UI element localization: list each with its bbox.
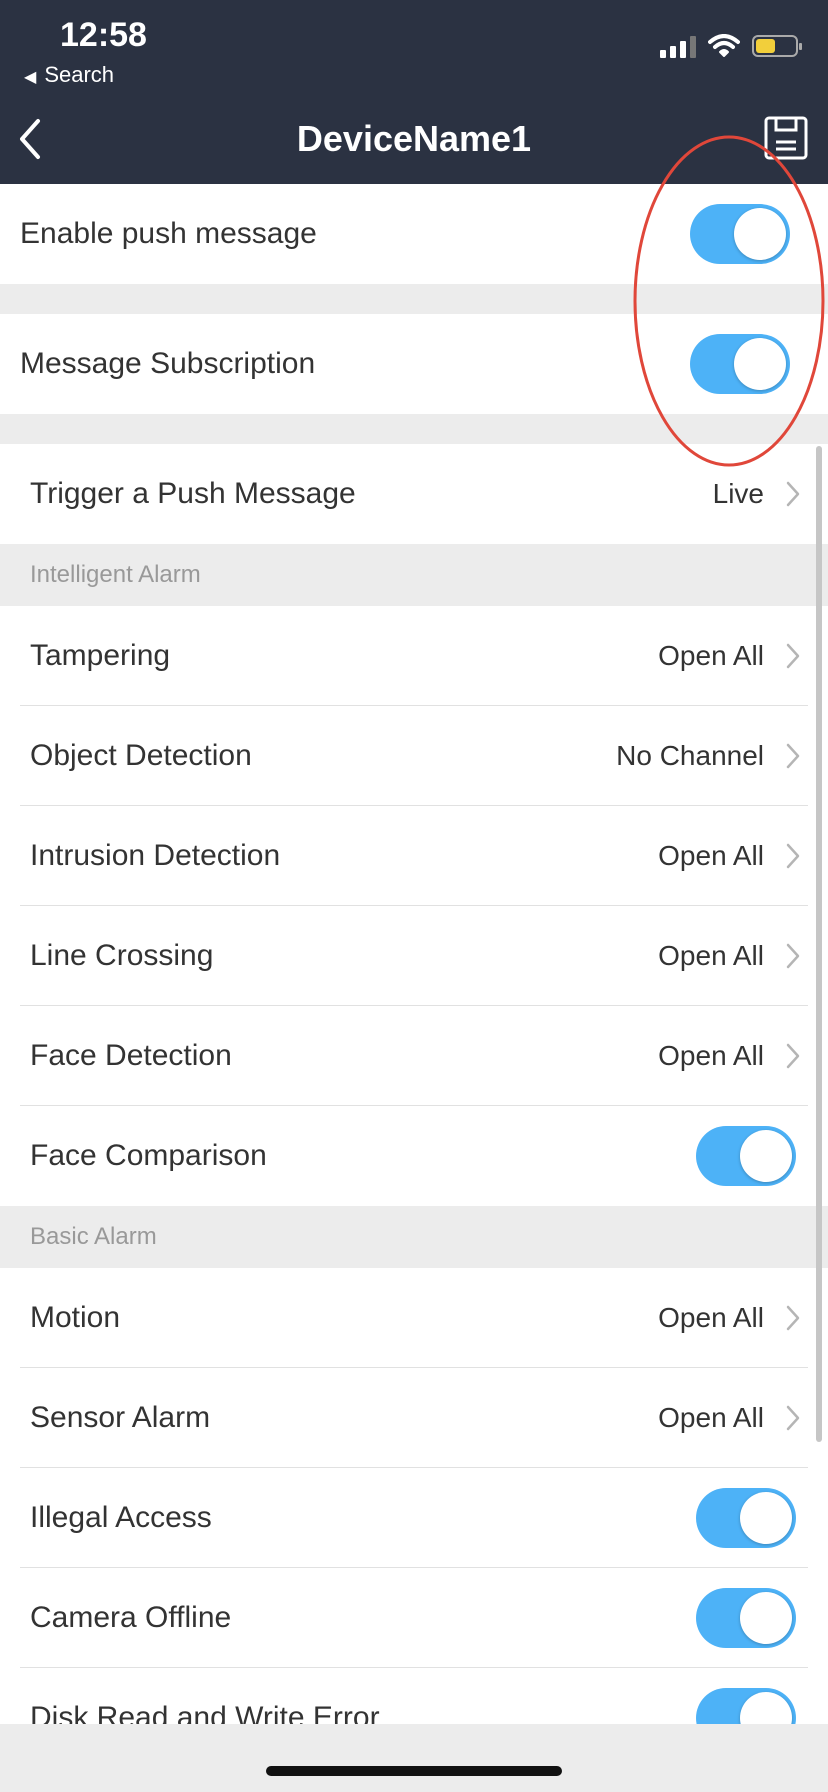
trigger-push-row[interactable]: Trigger a Push Message Live (0, 444, 828, 544)
trigger-push-label: Trigger a Push Message (30, 477, 356, 510)
intrusion-detection-label: Intrusion Detection (30, 839, 281, 872)
line-crossing-row[interactable]: Line Crossing Open All (0, 906, 828, 1006)
back-app-label: Search (44, 62, 115, 87)
message-subscription-toggle[interactable] (690, 334, 790, 394)
object-detection-row[interactable]: Object Detection No Channel (0, 706, 828, 806)
camera-offline-label: Camera Offline (30, 1601, 232, 1634)
face-detection-label: Face Detection (30, 1039, 232, 1072)
section-gap (0, 414, 828, 444)
settings-list: Enable push message Message Subscription… (0, 184, 828, 1768)
message-subscription-row: Message Subscription (0, 314, 828, 414)
object-detection-label: Object Detection (30, 739, 252, 772)
camera-offline-toggle[interactable] (696, 1588, 796, 1648)
line-crossing-value: Open All (658, 940, 764, 971)
enable-push-label: Enable push message (20, 217, 317, 250)
chevron-right-icon (786, 943, 802, 969)
line-crossing-label: Line Crossing (30, 939, 214, 972)
sensor-alarm-value: Open All (658, 1402, 764, 1433)
illegal-access-toggle[interactable] (696, 1488, 796, 1548)
save-icon[interactable] (764, 116, 808, 160)
page-title: DeviceName1 (296, 118, 532, 159)
intrusion-detection-value: Open All (658, 840, 764, 871)
home-indicator[interactable] (266, 1766, 562, 1776)
tampering-row[interactable]: Tampering Open All (0, 606, 828, 706)
back-triangle-icon: ◀ (24, 69, 37, 86)
enable-push-toggle[interactable] (690, 204, 790, 264)
sensor-alarm-label: Sensor Alarm (30, 1401, 211, 1434)
tampering-value: Open All (658, 640, 764, 671)
section-header-intelligent-alarm: Intelligent Alarm (0, 544, 828, 606)
illegal-access-label: Illegal Access (30, 1501, 212, 1534)
chevron-right-icon (786, 843, 802, 869)
illegal-access-row: Illegal Access (0, 1468, 828, 1568)
tampering-label: Tampering (30, 639, 171, 672)
wifi-icon (708, 34, 740, 57)
section-gap (0, 284, 828, 314)
chevron-right-icon (786, 481, 802, 507)
face-comparison-toggle[interactable] (696, 1126, 796, 1186)
camera-offline-row: Camera Offline (0, 1568, 828, 1668)
face-comparison-row: Face Comparison (0, 1106, 828, 1206)
sensor-alarm-row[interactable]: Sensor Alarm Open All (0, 1368, 828, 1468)
section-header-basic-alarm: Basic Alarm (0, 1206, 828, 1268)
top-bar: 12:58 ◀ Search DeviceName1 (0, 0, 828, 184)
chevron-right-icon (786, 1405, 802, 1431)
scrollbar[interactable] (816, 446, 822, 1442)
face-comparison-label: Face Comparison (30, 1139, 267, 1172)
message-subscription-label: Message Subscription (20, 347, 316, 380)
trigger-push-value: Live (712, 478, 764, 509)
chevron-right-icon (786, 1043, 802, 1069)
motion-value: Open All (658, 1302, 764, 1333)
chevron-right-icon (786, 1305, 802, 1331)
status-time: 12:58 (60, 16, 147, 54)
motion-row[interactable]: Motion Open All (0, 1268, 828, 1368)
bottom-safe-area (0, 1724, 828, 1792)
motion-label: Motion (30, 1301, 121, 1334)
battery-icon (752, 35, 802, 57)
face-detection-value: Open All (658, 1040, 764, 1071)
back-to-app-link[interactable]: ◀ Search (24, 62, 114, 88)
enable-push-row: Enable push message (0, 184, 828, 284)
chevron-right-icon (786, 643, 802, 669)
status-icons (660, 34, 802, 58)
intrusion-detection-row[interactable]: Intrusion Detection Open All (0, 806, 828, 906)
chevron-right-icon (786, 743, 802, 769)
cellular-signal-icon (660, 34, 696, 58)
face-detection-row[interactable]: Face Detection Open All (0, 1006, 828, 1106)
object-detection-value: No Channel (616, 740, 764, 771)
